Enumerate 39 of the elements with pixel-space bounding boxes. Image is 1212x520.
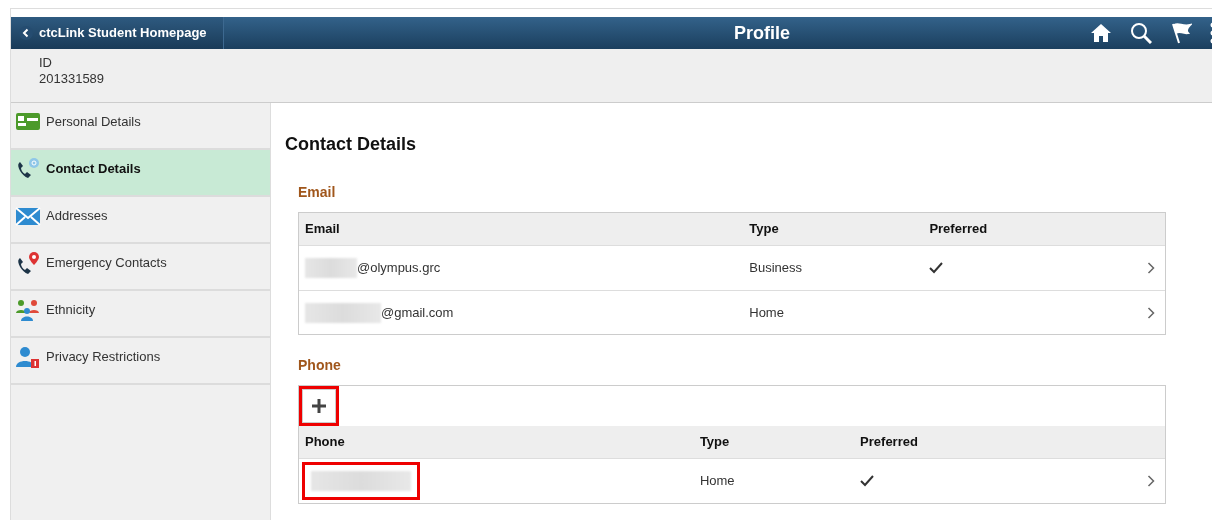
back-button[interactable]: ctcLink Student Homepage <box>11 17 224 49</box>
column-header: Type <box>698 433 731 452</box>
people-icon <box>15 297 41 322</box>
sidebar-item[interactable]: Privacy Restrictions <box>11 338 270 385</box>
id-value: 201331589 <box>39 71 106 87</box>
sidebar-item[interactable]: Emergency Contacts <box>11 244 270 291</box>
column-header: Email <box>304 220 341 239</box>
phone-alert-icon <box>15 250 41 275</box>
plus-icon <box>311 398 327 414</box>
type-value: Business <box>749 259 802 278</box>
flag-icon[interactable] <box>1170 22 1192 44</box>
table-row[interactable]: @olympus.grc Business <box>299 246 1165 290</box>
id-label: ID <box>39 55 53 71</box>
group-heading: Phone <box>298 356 342 375</box>
type-value: Home <box>699 472 735 491</box>
type-value: Home <box>749 303 784 322</box>
column-header: Preferred <box>928 220 988 239</box>
email-address: @olympus.grc <box>305 258 441 278</box>
chevron-right-icon <box>1147 262 1155 274</box>
table-row[interactable]: Home <box>299 459 1165 503</box>
chevron-right-icon <box>1147 475 1155 487</box>
section-heading: Contact Details <box>285 133 418 156</box>
sidebar-item[interactable]: Contact Details <box>11 150 270 197</box>
chevron-right-icon <box>1147 306 1155 319</box>
email-address: @gmail.com <box>305 302 454 323</box>
add-button[interactable] <box>302 389 336 423</box>
search-icon[interactable] <box>1130 22 1152 44</box>
home-icon[interactable] <box>1090 23 1112 43</box>
column-header: Phone <box>304 433 346 452</box>
sidebar-item[interactable]: Addresses <box>11 197 270 244</box>
sidebar-item[interactable]: Ethnicity <box>11 291 270 338</box>
column-header: Type <box>748 220 780 239</box>
phone-email-icon <box>15 156 41 181</box>
column-header: Preferred <box>859 433 918 452</box>
page-title: Profile <box>733 21 791 45</box>
group-heading: Email <box>298 183 337 202</box>
table-row[interactable]: @gmail.com Home <box>299 290 1165 334</box>
chevron-left-icon <box>19 26 33 40</box>
user-lock-icon <box>15 344 41 369</box>
